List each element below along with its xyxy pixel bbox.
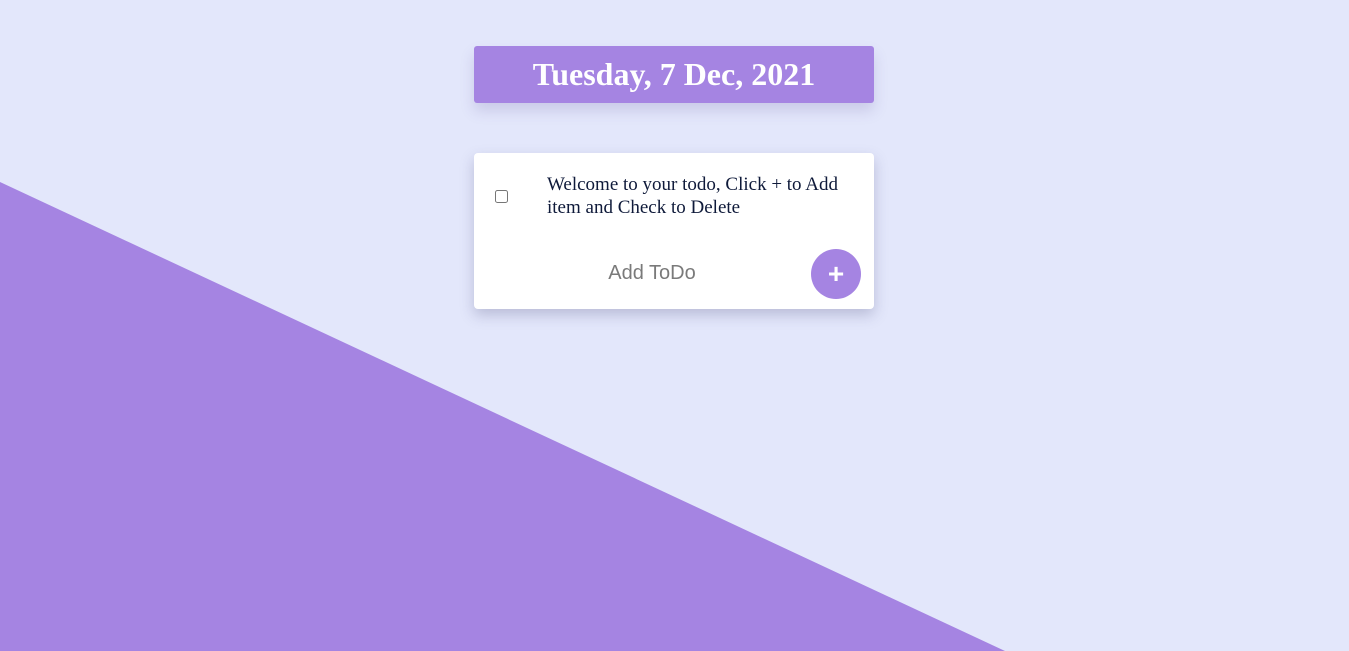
plus-icon: + (827, 258, 845, 289)
add-todo-field-wrapper (514, 253, 790, 293)
todo-text: Welcome to your todo, Click + to Add ite… (547, 174, 838, 218)
date-text: Tuesday, 7 Dec, 2021 (532, 56, 816, 92)
todo-checkbox[interactable] (495, 190, 508, 203)
todo-card: Welcome to your todo, Click + to Add ite… (474, 153, 874, 309)
todo-item: Welcome to your todo, Click + to Add ite… (474, 173, 874, 219)
add-todo-button[interactable]: + (811, 249, 861, 299)
date-header: Tuesday, 7 Dec, 2021 (474, 46, 874, 103)
add-todo-input[interactable] (514, 253, 790, 293)
